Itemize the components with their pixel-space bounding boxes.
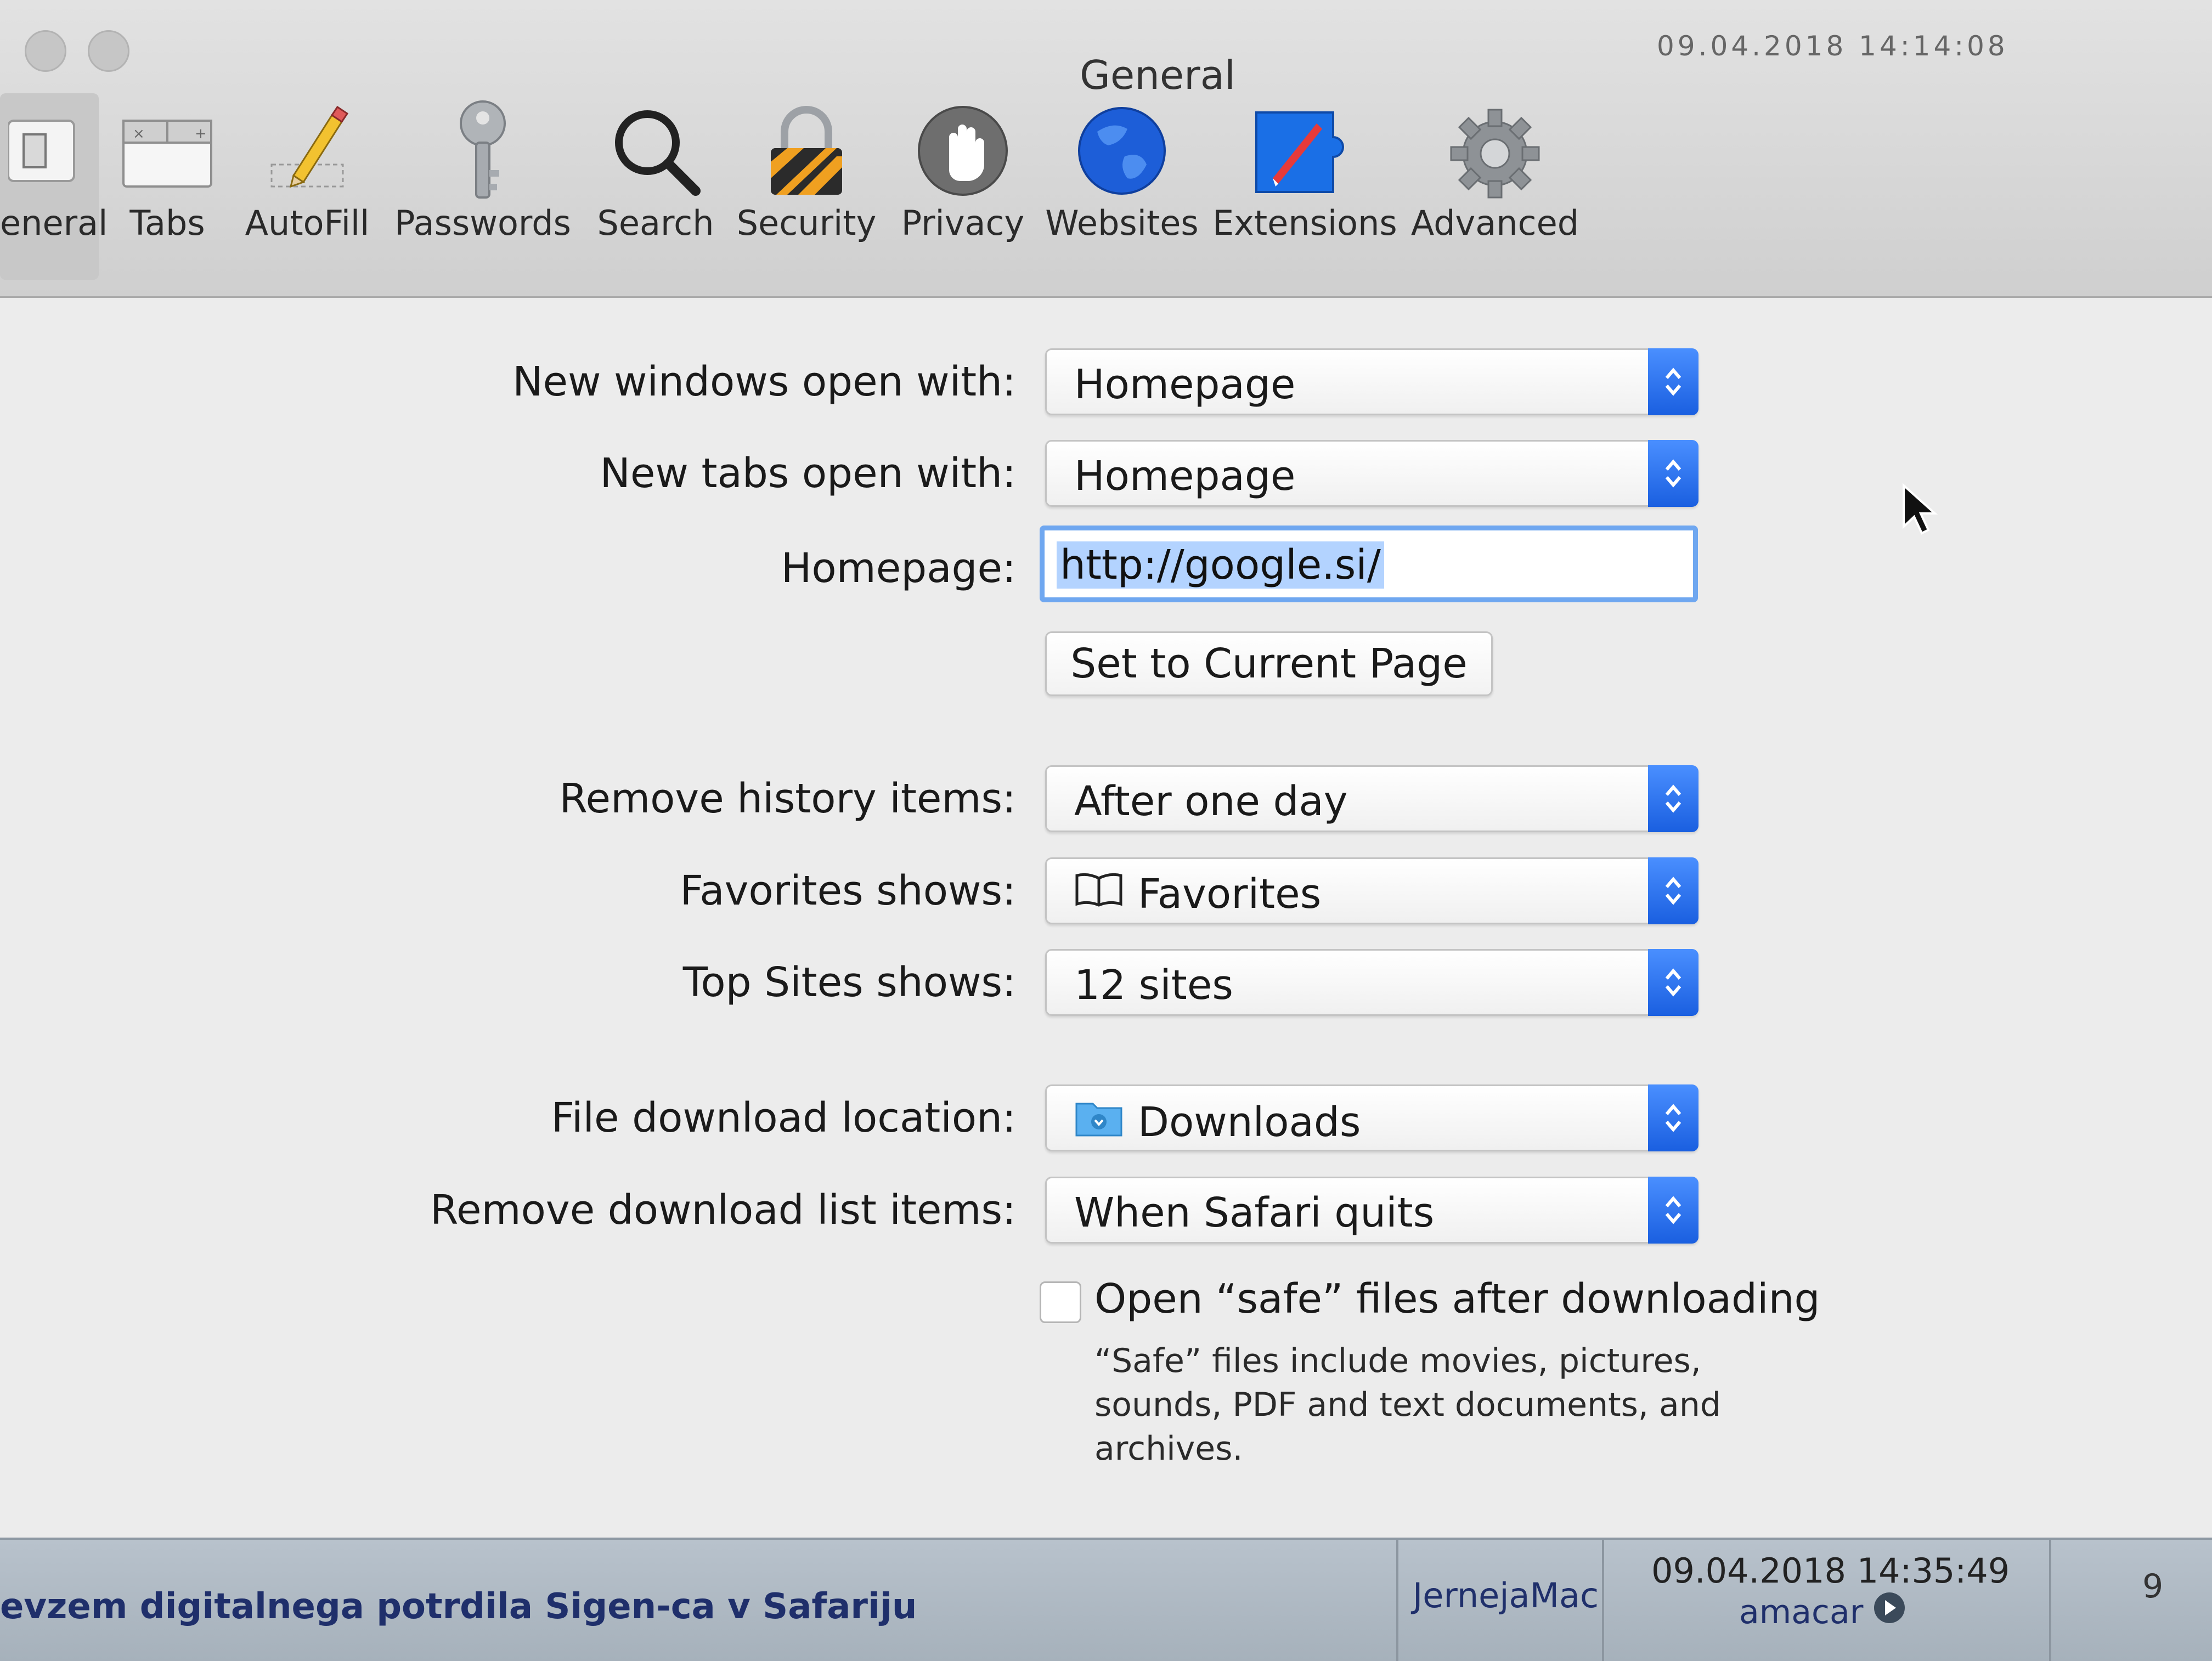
tab-tabs[interactable]: × + Tabs xyxy=(112,93,222,280)
puzzle-compass-icon xyxy=(1251,99,1355,203)
tab-search-label: Search xyxy=(597,203,714,243)
new-tabs-value: Homepage xyxy=(1074,453,1296,500)
top-sites-popup[interactable]: 12 sites xyxy=(1045,949,1699,1016)
top-sites-row: Top Sites shows: 12 sites xyxy=(0,942,2212,1019)
new-tabs-popup[interactable]: Homepage xyxy=(1045,440,1699,507)
top-sites-value: 12 sites xyxy=(1074,962,1233,1009)
taskbar-user[interactable]: amacar xyxy=(1739,1590,1907,1634)
set-to-current-page-button[interactable]: Set to Current Page xyxy=(1045,631,1493,696)
new-tabs-label: New tabs open with: xyxy=(600,450,1016,497)
mouse-cursor-icon xyxy=(1901,483,1939,540)
magnifier-icon xyxy=(603,99,708,203)
tab-websites-label: Websites xyxy=(1045,203,1199,243)
safe-files-note: “Safe” files include movies, pictures, s… xyxy=(1094,1342,1721,1468)
updown-arrows-icon xyxy=(1648,348,1699,415)
host-taskbar: evzem digitalnega potrdila Sigen-ca v Sa… xyxy=(0,1538,2212,1661)
new-windows-value: Homepage xyxy=(1074,361,1296,408)
tab-privacy[interactable]: Privacy xyxy=(894,93,1031,280)
updown-arrows-icon xyxy=(1648,440,1699,507)
new-windows-label: New windows open with: xyxy=(512,358,1016,405)
tab-security[interactable]: Security xyxy=(732,93,881,280)
window-title: General xyxy=(1080,52,1235,98)
updown-arrows-icon xyxy=(1648,857,1699,924)
tab-tabs-label: Tabs xyxy=(129,203,205,243)
padlock-icon xyxy=(754,99,859,203)
background-window-date: 09.04.2018 14:14:08 xyxy=(1657,30,2008,62)
taskbar-machine-name[interactable]: JernejaMac xyxy=(1413,1575,1599,1615)
tab-advanced-label: Advanced xyxy=(1410,203,1579,243)
remove-downloads-popup[interactable]: When Safari quits xyxy=(1045,1177,1699,1244)
svg-text:×: × xyxy=(133,126,145,142)
favorites-shows-row: Favorites shows: Favorites xyxy=(0,851,2212,928)
open-safe-files-checkbox[interactable] xyxy=(1040,1281,1081,1323)
close-window-button[interactable] xyxy=(25,30,66,72)
homepage-input[interactable]: http://google.si/ xyxy=(1040,526,1698,602)
tab-extensions-label: Extensions xyxy=(1212,203,1397,243)
book-icon xyxy=(1074,870,1124,918)
remove-history-label: Remove history items: xyxy=(559,775,1016,822)
updown-arrows-icon xyxy=(1648,765,1699,832)
taskbar-separator xyxy=(1602,1540,1604,1661)
downloads-folder-icon xyxy=(1074,1097,1124,1148)
tab-privacy-label: Privacy xyxy=(901,203,1025,243)
favorites-shows-content: Favorites xyxy=(1074,870,1321,918)
tab-passwords[interactable]: Passwords xyxy=(390,93,576,280)
tab-search[interactable]: Search xyxy=(592,93,719,280)
tabs-icon: × + xyxy=(115,99,219,203)
tab-advanced[interactable]: Advanced xyxy=(1410,93,1580,280)
remove-downloads-value: When Safari quits xyxy=(1074,1189,1435,1236)
tab-extensions[interactable]: Extensions xyxy=(1212,93,1397,280)
pencil-icon xyxy=(255,99,359,203)
preferences-titlebar: General 09.04.2018 14:14:08 eneral × + T… xyxy=(0,0,2212,298)
homepage-label: Homepage: xyxy=(781,545,1016,592)
hand-icon xyxy=(911,99,1015,203)
remove-history-value: After one day xyxy=(1074,778,1348,825)
tab-general[interactable]: eneral xyxy=(0,93,108,280)
remove-history-popup[interactable]: After one day xyxy=(1045,765,1699,832)
tab-autofill[interactable]: AutoFill xyxy=(241,93,373,280)
tab-security-label: Security xyxy=(736,203,877,243)
download-location-row: File download location: Downloads xyxy=(0,1078,2212,1155)
taskbar-separator xyxy=(2049,1540,2051,1661)
updown-arrows-icon xyxy=(1648,1177,1699,1244)
updown-arrows-icon xyxy=(1648,949,1699,1016)
general-switch-icon xyxy=(0,99,101,203)
remove-history-row: Remove history items: After one day xyxy=(0,759,2212,835)
top-sites-label: Top Sites shows: xyxy=(682,959,1016,1006)
download-location-value: Downloads xyxy=(1138,1099,1361,1146)
general-preferences-pane: New windows open with: Homepage New tabs… xyxy=(0,298,2212,1538)
homepage-url-selected: http://google.si/ xyxy=(1057,541,1384,589)
remove-downloads-label: Remove download list items: xyxy=(430,1187,1016,1234)
tab-autofill-label: AutoFill xyxy=(245,203,370,243)
favorites-shows-popup[interactable]: Favorites xyxy=(1045,857,1699,924)
remove-downloads-row: Remove download list items: When Safari … xyxy=(0,1170,2212,1247)
open-safe-files-label[interactable]: Open “safe” files after downloading xyxy=(1094,1275,1820,1323)
taskbar-count: 9 xyxy=(2142,1567,2164,1606)
preferences-toolbar: eneral × + Tabs AutoFill Passwords Searc… xyxy=(0,93,1646,291)
download-location-label: File download location: xyxy=(551,1094,1016,1142)
new-windows-row: New windows open with: Homepage xyxy=(0,342,2212,419)
gear-icon xyxy=(1443,99,1547,203)
tab-general-label: eneral xyxy=(0,203,108,243)
download-location-popup[interactable]: Downloads xyxy=(1045,1084,1699,1151)
favorites-shows-label: Favorites shows: xyxy=(680,867,1016,914)
download-location-content: Downloads xyxy=(1074,1097,1361,1148)
taskbar-separator xyxy=(1396,1540,1398,1661)
tab-websites[interactable]: Websites xyxy=(1045,93,1199,280)
taskbar-username: amacar xyxy=(1739,1592,1864,1631)
favorites-shows-value: Favorites xyxy=(1138,871,1322,918)
new-tabs-row: New tabs open with: Homepage xyxy=(0,433,2212,510)
key-icon xyxy=(431,99,535,203)
taskbar-datetime: 09.04.2018 14:35:49 xyxy=(1651,1551,2010,1591)
taskbar-window-title[interactable]: evzem digitalnega potrdila Sigen-ca v Sa… xyxy=(0,1586,917,1627)
svg-text:+: + xyxy=(195,126,207,142)
tab-passwords-label: Passwords xyxy=(394,203,571,243)
globe-icon xyxy=(1070,99,1174,203)
minimize-window-button[interactable] xyxy=(88,30,129,72)
arrow-circle-icon xyxy=(1872,1590,1907,1634)
updown-arrows-icon xyxy=(1648,1084,1699,1151)
new-windows-popup[interactable]: Homepage xyxy=(1045,348,1699,415)
